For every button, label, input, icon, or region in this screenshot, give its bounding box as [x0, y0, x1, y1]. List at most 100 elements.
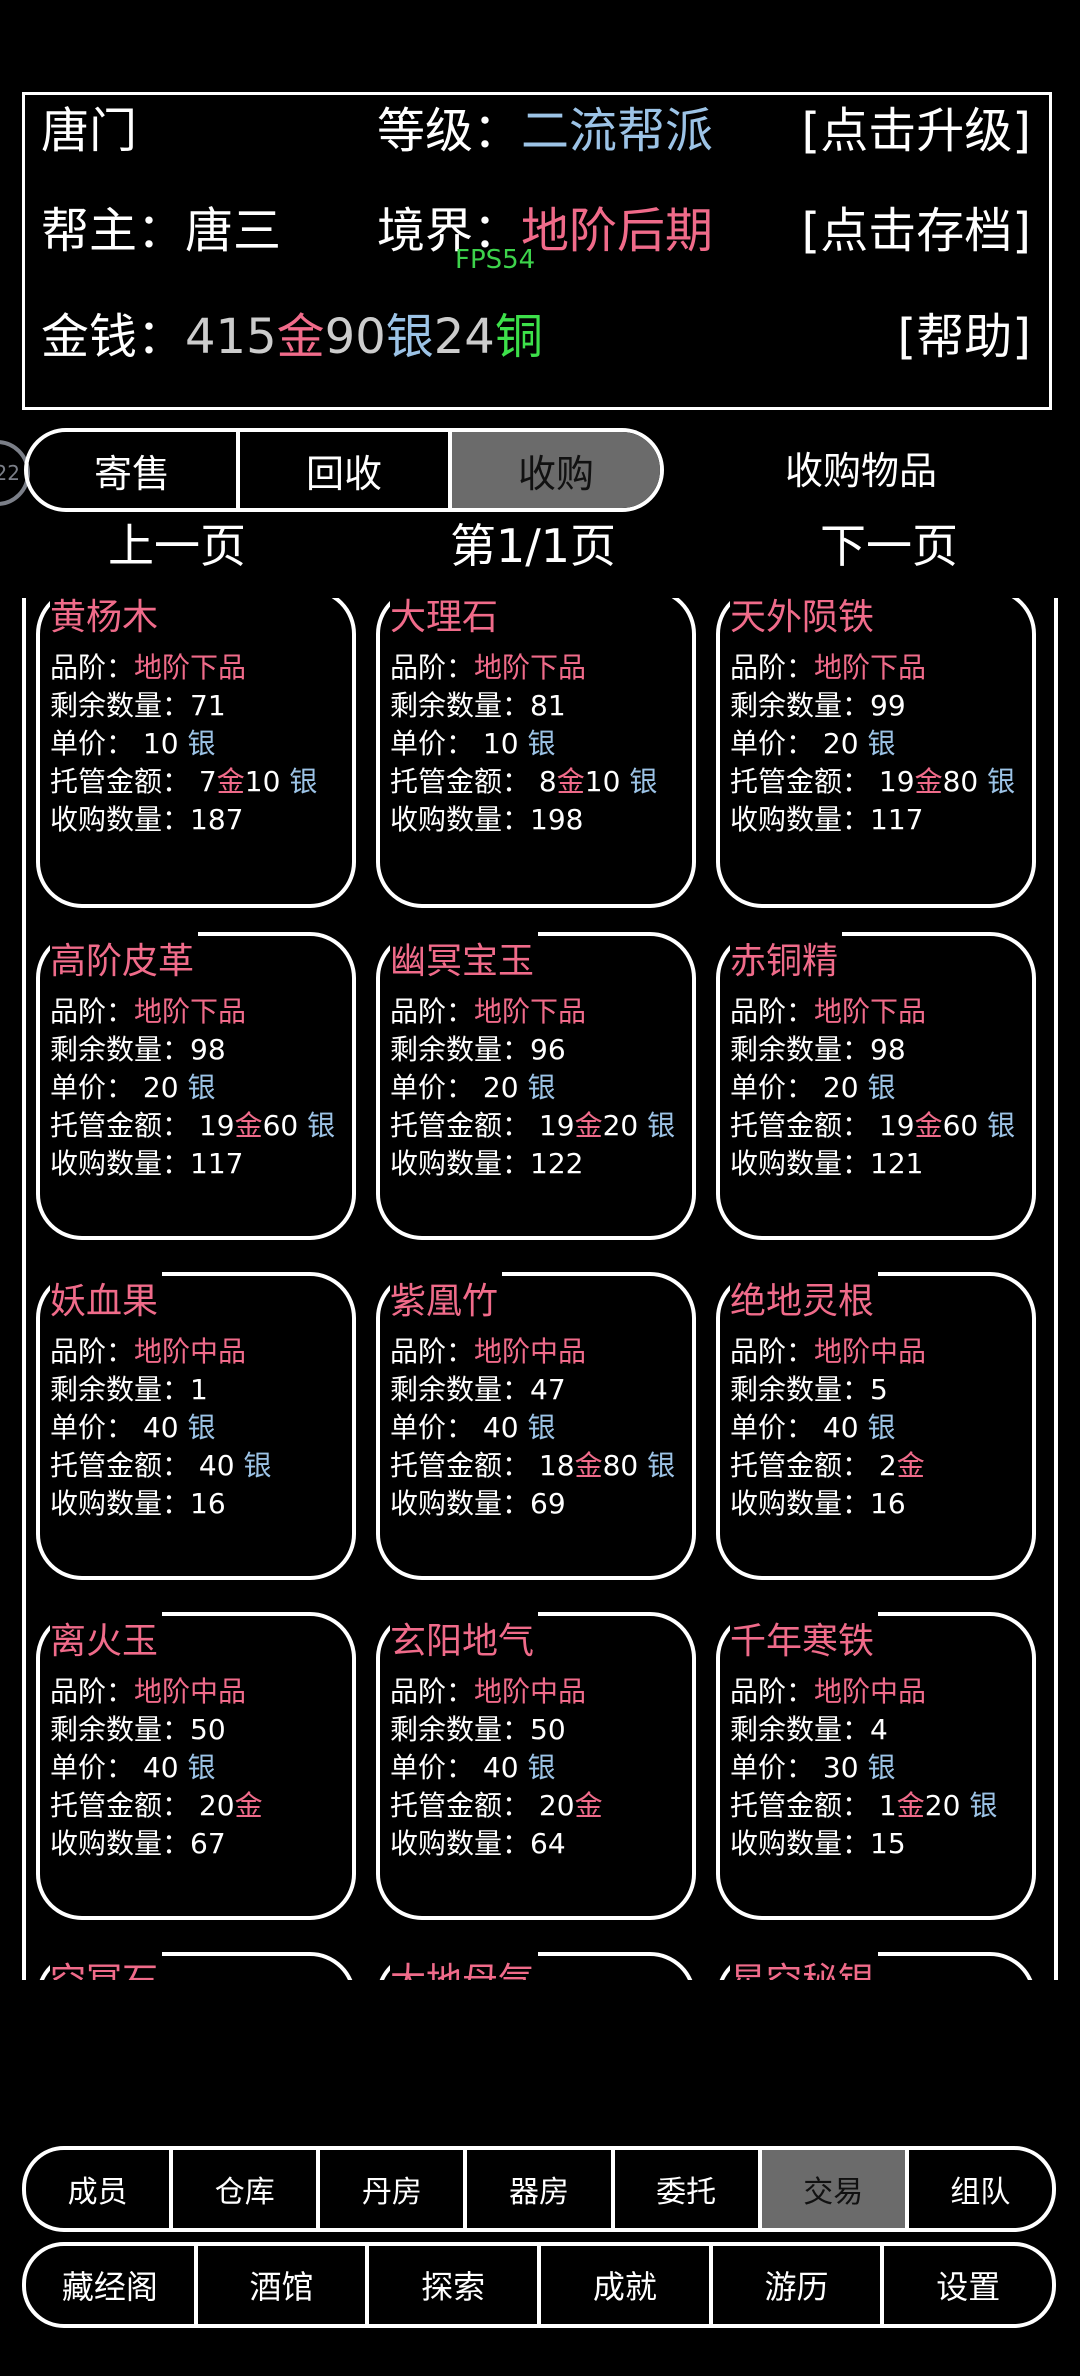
grid-frame-left [22, 598, 26, 1980]
item-grade-part: 品阶： [730, 651, 815, 684]
item-grade-part: 地阶中品 [134, 1335, 247, 1368]
item-buy-qty-part: 收购数量： [730, 1487, 871, 1520]
item-remaining-part: 剩余数量： [50, 1373, 191, 1406]
item-remaining-part: 81 [530, 689, 566, 722]
item-card[interactable]: 玄阳地气 品阶：地阶中品 剩余数量：50 单价： 40 银托管金额： 20金 收购数量：… [376, 1612, 696, 1920]
nav-alchemy-room-button[interactable]: 丹房 [320, 2150, 468, 2228]
item-remaining-part: 4 [870, 1713, 888, 1746]
prev-page-button[interactable]: 上一页 [108, 510, 246, 576]
save-button[interactable]: [点击存档] [802, 201, 1031, 261]
item-card[interactable]: 紫凰竹 品阶：地阶中品 剩余数量：47 单价： 40 银托管金额： 18金80 银收购… [376, 1272, 696, 1580]
item-remaining-part: 剩余数量： [730, 1373, 871, 1406]
item-grade: 品阶：地阶下品 [730, 646, 926, 686]
tab-recycle[interactable]: 回收 [240, 432, 452, 508]
item-card[interactable]: 绝地灵根 品阶：地阶中品 剩余数量：5 单价： 40 银托管金额： 2金 收购数量：16 [716, 1272, 1036, 1580]
realm-display: 境界：地阶后期 [377, 201, 713, 261]
item-buy-qty-part: 187 [190, 803, 244, 836]
item-name: 大地母气 [390, 1952, 539, 1980]
item-escrow-part: 19 [198, 1109, 235, 1142]
item-remaining-part: 剩余数量： [390, 1713, 531, 1746]
item-buy-qty-part: 收购数量： [50, 1827, 191, 1860]
item-card[interactable]: 黄杨木 品阶：地阶下品 剩余数量：71 单价： 10 银托管金额： 7金10 银收购数… [36, 598, 356, 908]
item-unit-price-part: 单价： [50, 1411, 135, 1444]
nav-library-button[interactable]: 藏经阁 [26, 2246, 198, 2324]
item-grade-part: 地阶中品 [474, 1675, 587, 1708]
item-card[interactable]: 赤铜精 品阶：地阶下品 剩余数量：98 单价： 20 银托管金额： 19金60 银收购… [716, 932, 1036, 1240]
item-grade-part: 地阶中品 [814, 1675, 927, 1708]
level-value: 二流帮派 [521, 103, 714, 159]
item-escrow-part: 金 [896, 1789, 925, 1822]
item-card[interactable]: 妖血果 品阶：地阶中品 剩余数量：1 单价： 40 银托管金额： 40 银收购数量：1… [36, 1272, 356, 1580]
item-name: 黄杨木 [50, 598, 163, 640]
item-grade-part: 品阶： [390, 1675, 475, 1708]
item-card[interactable]: 高阶皮革 品阶：地阶下品 剩余数量：98 单价： 20 银托管金额： 19金60 银收… [36, 932, 356, 1240]
item-escrow: 托管金额： 19金60 银 [50, 1104, 335, 1144]
item-grade-part: 地阶下品 [474, 651, 587, 684]
item-buy-qty: 收购数量：16 [50, 1482, 226, 1522]
item-escrow-part: 2 [878, 1449, 897, 1482]
item-escrow-part: 托管金额： [50, 765, 191, 798]
item-grade-part: 地阶下品 [814, 651, 927, 684]
item-escrow: 托管金额： 1金20 银 [730, 1784, 997, 1824]
item-card[interactable]: 星空秘银 [716, 1952, 1036, 1980]
tab-purchase[interactable]: 收购 [452, 432, 660, 508]
item-escrow-part: 托管金额： [390, 1789, 531, 1822]
upgrade-button[interactable]: [点击升级] [802, 101, 1031, 161]
item-remaining: 剩余数量：1 [50, 1368, 208, 1408]
item-unit-price-part: 单价： [50, 1071, 135, 1104]
nav-travel-button[interactable]: 游历 [713, 2246, 885, 2324]
item-escrow-part: 20 [602, 1109, 639, 1142]
item-remaining-part: 99 [870, 689, 906, 722]
item-card[interactable]: 离火玉 品阶：地阶中品 剩余数量：50 单价： 40 银托管金额： 20金 收购数量：6… [36, 1612, 356, 1920]
item-remaining: 剩余数量：98 [730, 1028, 906, 1068]
item-grade-part: 品阶： [50, 1335, 135, 1368]
item-grade: 品阶：地阶中品 [390, 1330, 586, 1370]
nav-commission-button[interactable]: 委托 [615, 2150, 762, 2228]
bottom-nav-secondary: 藏经阁 酒馆 探索 成就 游历 设置 [22, 2242, 1056, 2328]
item-unit-price: 单价： 40 银 [50, 1406, 215, 1446]
item-escrow-part: 金 [234, 1109, 263, 1142]
item-buy-qty: 收购数量：15 [730, 1822, 906, 1862]
purchase-item-grid[interactable]: 黄杨木 品阶：地阶下品 剩余数量：71 单价： 10 银托管金额： 7金10 银收购数… [22, 598, 1058, 1980]
item-buy-qty-part: 收购数量： [730, 1147, 871, 1180]
nav-members-button[interactable]: 成员 [26, 2150, 174, 2228]
gold-amount: 415 [185, 309, 277, 365]
item-unit-price-part: 银 [527, 1071, 556, 1104]
item-grade: 品阶：地阶中品 [50, 1670, 246, 1710]
next-page-button[interactable]: 下一页 [820, 510, 958, 576]
item-buy-qty: 收购数量：67 [50, 1822, 226, 1862]
nav-team-button[interactable]: 组队 [909, 2150, 1052, 2228]
nav-trade-button[interactable]: 交易 [761, 2150, 909, 2228]
grid-frame-right[interactable] [1054, 598, 1058, 1980]
item-card[interactable]: 大理石 品阶：地阶下品 剩余数量：81 单价： 10 银托管金额： 8金10 银收购数… [376, 598, 696, 908]
nav-explore-button[interactable]: 探索 [369, 2246, 542, 2324]
item-card[interactable]: 千年寒铁 品阶：地阶中品 剩余数量：4 单价： 30 银托管金额： 1金20 银收购数… [716, 1612, 1036, 1920]
item-escrow-part: 20 [538, 1789, 575, 1822]
item-grade: 品阶：地阶中品 [50, 1330, 246, 1370]
item-remaining: 剩余数量：47 [390, 1368, 566, 1408]
item-escrow-part: 银 [243, 1449, 272, 1482]
item-remaining-part: 剩余数量： [390, 1033, 531, 1066]
item-buy-qty: 收购数量：122 [390, 1142, 583, 1182]
copper-amount: 24 [433, 309, 495, 365]
help-button[interactable]: [帮助] [898, 307, 1031, 367]
item-card[interactable]: 空冥石 [36, 1952, 356, 1980]
item-card[interactable]: 大地母气 [376, 1952, 696, 1980]
item-buy-qty-part: 收购数量： [50, 1487, 191, 1520]
item-unit-price-part: 银 [187, 1071, 216, 1104]
item-buy-qty-part: 198 [530, 803, 584, 836]
nav-tavern-button[interactable]: 酒馆 [198, 2246, 370, 2324]
item-name: 星空秘银 [730, 1952, 879, 1980]
tab-consign[interactable]: 寄售 [28, 432, 240, 508]
nav-achievements-button[interactable]: 成就 [541, 2246, 713, 2324]
item-remaining: 剩余数量：50 [390, 1708, 566, 1748]
nav-forge-room-button[interactable]: 器房 [467, 2150, 615, 2228]
nav-warehouse-button[interactable]: 仓库 [173, 2150, 321, 2228]
nav-settings-button[interactable]: 设置 [884, 2246, 1052, 2324]
item-card[interactable]: 幽冥宝玉 品阶：地阶下品 剩余数量：96 单价： 20 银托管金额： 19金20 银收… [376, 932, 696, 1240]
item-escrow-part: 银 [647, 1109, 676, 1142]
item-unit-price-part: 银 [527, 1751, 556, 1784]
item-escrow: 托管金额： 2金 [730, 1444, 925, 1484]
item-card[interactable]: 天外陨铁 品阶：地阶下品 剩余数量：99 单价： 20 银托管金额： 19金80 银收… [716, 598, 1036, 908]
item-grade: 品阶：地阶中品 [730, 1670, 926, 1710]
